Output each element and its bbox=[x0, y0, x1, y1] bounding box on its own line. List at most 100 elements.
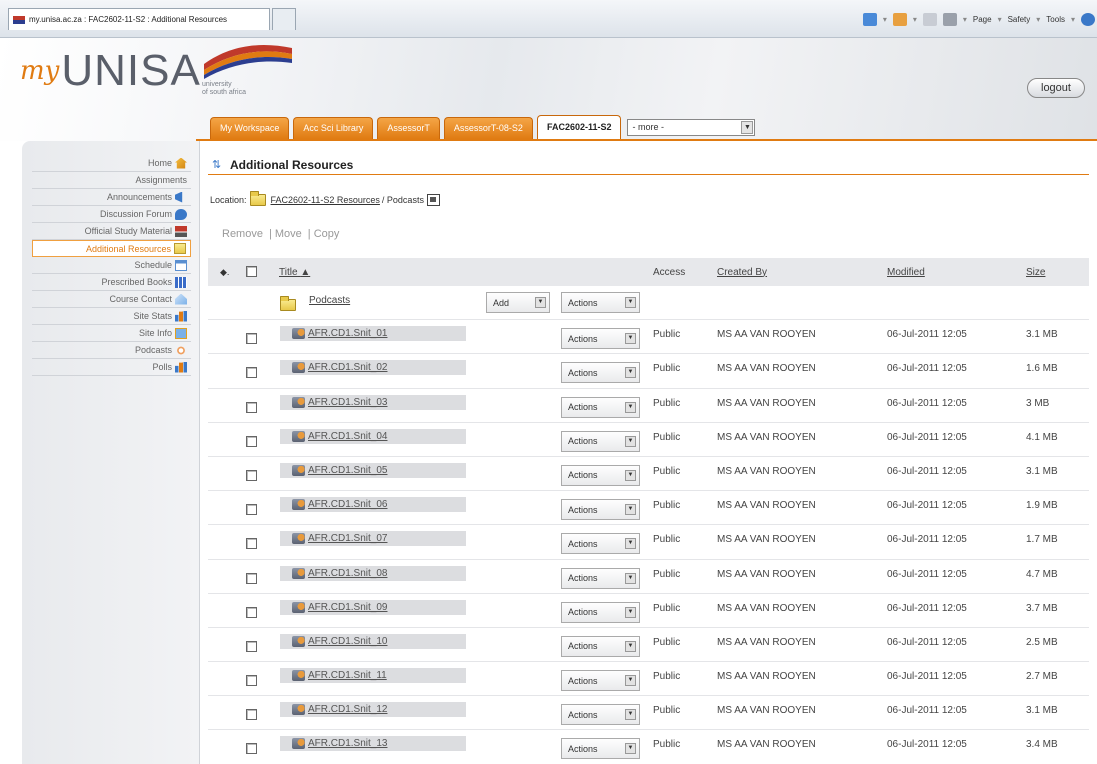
row-checkbox[interactable] bbox=[246, 606, 257, 618]
file-link[interactable]: AFR.CD1.Snit_08 bbox=[280, 565, 466, 581]
feeds-icon[interactable] bbox=[892, 12, 907, 26]
created-by-column-header[interactable]: Created By bbox=[717, 267, 767, 278]
nav-item-site-stats[interactable]: Site Stats bbox=[32, 308, 191, 325]
row-checkbox[interactable] bbox=[246, 333, 257, 345]
actions-select[interactable]: Actions ▼ bbox=[561, 601, 640, 623]
folder-link-podcasts[interactable]: Podcasts bbox=[309, 295, 350, 306]
size-cell: 3.7 MB bbox=[1026, 602, 1058, 614]
tool-menu: Home Assignments Announcements Discussio… bbox=[22, 141, 200, 764]
file-link[interactable]: AFR.CD1.Snit_02 bbox=[280, 360, 466, 376]
actions-select[interactable]: Actions ▼ bbox=[561, 328, 640, 350]
new-tab-button[interactable] bbox=[272, 8, 296, 30]
row-checkbox[interactable] bbox=[246, 709, 257, 721]
nav-item-course-contact[interactable]: Course Contact bbox=[32, 291, 191, 308]
help-icon[interactable] bbox=[1081, 12, 1095, 26]
move-link[interactable]: | Move bbox=[269, 228, 302, 240]
row-checkbox[interactable] bbox=[246, 743, 257, 755]
home-page-icon[interactable] bbox=[862, 12, 877, 26]
row-checkbox[interactable] bbox=[246, 572, 257, 584]
file-link[interactable]: AFR.CD1.Snit_04 bbox=[280, 428, 466, 444]
nav-item-home[interactable]: Home bbox=[32, 155, 191, 172]
actions-select[interactable]: Actions ▼ bbox=[561, 567, 640, 589]
row-checkbox[interactable] bbox=[246, 367, 257, 379]
nav-item-label: Podcasts bbox=[134, 345, 172, 355]
chevron-down-icon[interactable]: ▾ bbox=[963, 15, 967, 24]
chevron-down-icon[interactable]: ▾ bbox=[883, 15, 887, 24]
actions-select[interactable]: Actions ▼ bbox=[561, 464, 640, 486]
modified-column-header[interactable]: Modified bbox=[887, 267, 925, 278]
mail-icon[interactable] bbox=[922, 12, 937, 26]
file-link[interactable]: AFR.CD1.Snit_07 bbox=[280, 531, 466, 547]
nav-item-schedule[interactable]: Schedule bbox=[32, 257, 191, 274]
actions-select[interactable]: Actions ▼ bbox=[561, 533, 640, 555]
print-icon[interactable] bbox=[942, 12, 957, 26]
browser-tab[interactable]: my.unisa.ac.za : FAC2602-11-S2 : Additio… bbox=[8, 8, 270, 30]
nav-item-prescribed-books[interactable]: Prescribed Books bbox=[32, 274, 191, 291]
nav-item-polls[interactable]: Polls bbox=[32, 359, 191, 376]
nav-item-site-info[interactable]: Site Info bbox=[32, 325, 191, 342]
reset-icon[interactable]: ⇅ bbox=[212, 159, 222, 171]
tab-my-workspace[interactable]: My Workspace bbox=[210, 117, 290, 139]
copy-link[interactable]: | Copy bbox=[308, 228, 340, 240]
access-cell: Public bbox=[653, 397, 681, 409]
tab-assessort[interactable]: AssessorT bbox=[377, 117, 440, 139]
file-link[interactable]: AFR.CD1.Snit_01 bbox=[280, 326, 466, 342]
nav-item-discussion-forum[interactable]: Discussion Forum bbox=[32, 206, 191, 223]
nav-item-official-study-material[interactable]: Official Study Material bbox=[32, 223, 191, 240]
file-link[interactable]: AFR.CD1.Snit_09 bbox=[280, 599, 466, 615]
copy-icon[interactable] bbox=[426, 194, 440, 206]
created-by-cell: MS AA VAN ROOYEN bbox=[717, 329, 816, 341]
more-sites-select[interactable]: - more - ▼ bbox=[627, 119, 756, 136]
row-checkbox[interactable] bbox=[246, 640, 257, 652]
actions-select[interactable]: Actions ▼ bbox=[561, 670, 640, 692]
expand-collapse-icon[interactable]: ◆. bbox=[220, 267, 236, 278]
audio-file-icon bbox=[292, 670, 305, 682]
select-all-checkbox[interactable] bbox=[246, 266, 257, 277]
row-checkbox[interactable] bbox=[246, 435, 257, 447]
file-link[interactable]: AFR.CD1.Snit_11 bbox=[280, 668, 466, 684]
actions-select[interactable]: Actions ▼ bbox=[561, 499, 640, 521]
row-checkbox[interactable] bbox=[246, 675, 257, 687]
chevron-down-icon[interactable]: ▾ bbox=[913, 15, 917, 24]
tools-menu[interactable]: Tools bbox=[1046, 15, 1065, 24]
file-link[interactable]: AFR.CD1.Snit_03 bbox=[280, 394, 466, 410]
row-checkbox[interactable] bbox=[246, 401, 257, 413]
tab-assessort-08-s2[interactable]: AssessorT-08-S2 bbox=[443, 117, 533, 139]
file-link[interactable]: AFR.CD1.Snit_10 bbox=[280, 633, 466, 649]
file-link[interactable]: AFR.CD1.Snit_06 bbox=[280, 497, 466, 513]
actions-select[interactable]: Actions ▼ bbox=[561, 362, 640, 384]
logout-button[interactable]: logout bbox=[1027, 78, 1085, 98]
actions-select[interactable]: Actions ▼ bbox=[561, 292, 640, 313]
file-link[interactable]: AFR.CD1.Snit_13 bbox=[280, 736, 466, 752]
actions-select[interactable]: Actions ▼ bbox=[561, 430, 640, 452]
file-link[interactable]: AFR.CD1.Snit_05 bbox=[280, 462, 466, 478]
actions-select[interactable]: Actions ▼ bbox=[561, 704, 640, 726]
row-checkbox[interactable] bbox=[246, 469, 257, 481]
nav-item-announcements[interactable]: Announcements bbox=[32, 189, 191, 206]
remove-link[interactable]: Remove bbox=[222, 228, 263, 240]
access-cell: Public bbox=[653, 465, 681, 477]
audio-file-icon bbox=[292, 464, 305, 476]
nav-item-assignments[interactable]: Assignments bbox=[32, 172, 191, 189]
tab-acc-sci-library[interactable]: Acc Sci Library bbox=[293, 117, 374, 139]
safety-menu[interactable]: Safety bbox=[1008, 15, 1031, 24]
table-row: AFR.CD1.Snit_02 Actions ▼ Public MS AA VAN R… bbox=[208, 354, 1089, 389]
add-select[interactable]: Add ▼ bbox=[486, 292, 550, 313]
actions-select[interactable]: Actions ▼ bbox=[561, 738, 640, 760]
nav-item-additional-resources[interactable]: Additional Resources bbox=[32, 240, 191, 257]
audio-file-icon bbox=[292, 738, 305, 750]
page-menu[interactable]: Page bbox=[973, 15, 992, 24]
nav-item-podcasts[interactable]: Podcasts bbox=[32, 342, 191, 359]
actions-select[interactable]: Actions ▼ bbox=[561, 396, 640, 418]
size-column-header[interactable]: Size bbox=[1026, 267, 1045, 278]
actions-select[interactable]: Actions ▼ bbox=[561, 635, 640, 657]
home-icon bbox=[175, 157, 187, 169]
location-resources-link[interactable]: FAC2602-11-S2 Resources bbox=[271, 195, 380, 205]
actions-label: Actions bbox=[568, 333, 598, 344]
title-column-header[interactable]: Title ▲ bbox=[279, 267, 310, 278]
row-checkbox[interactable] bbox=[246, 538, 257, 550]
row-checkbox[interactable] bbox=[246, 504, 257, 516]
file-link[interactable]: AFR.CD1.Snit_12 bbox=[280, 702, 466, 718]
actions-label: Actions bbox=[568, 367, 598, 378]
tab-fac2602-11-s2[interactable]: FAC2602-11-S2 bbox=[536, 115, 622, 139]
